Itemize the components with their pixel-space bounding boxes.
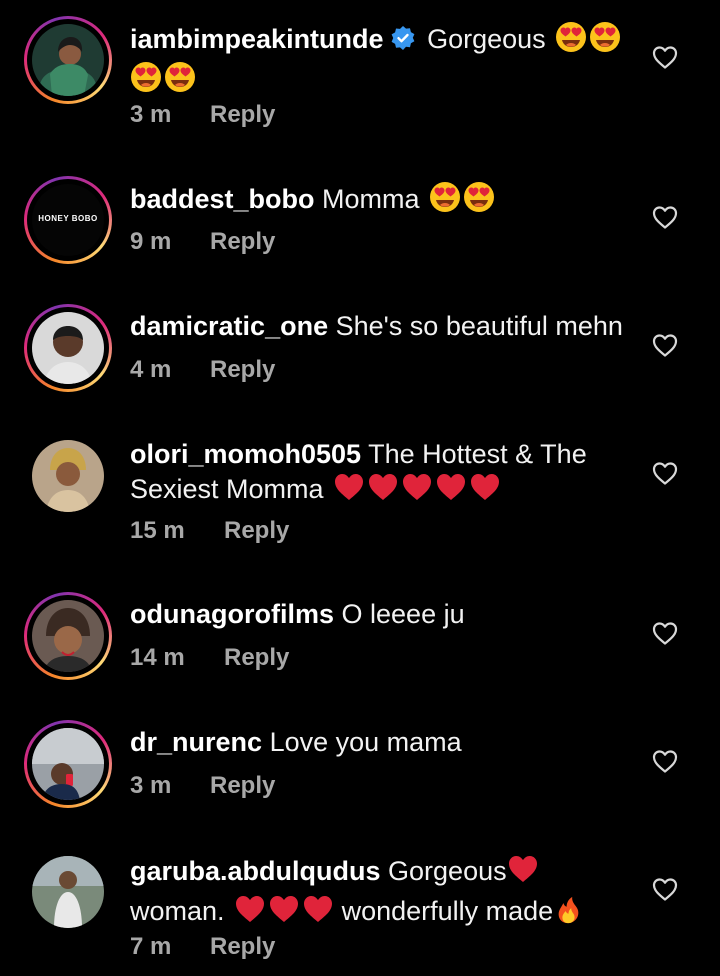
avatar[interactable] [24,720,112,808]
reply-button[interactable]: Reply [210,101,275,129]
comment-meta: 14 m Reply [130,644,289,672]
comment-time: 9 m [130,228,172,255]
fire-emoji [553,895,583,933]
heart-eyes-emoji [164,61,196,101]
comment-text: damicratic_one She's so beautiful mehn [130,309,630,343]
avatar-image [32,24,104,96]
avatar-image [32,728,104,800]
comment-time: 15 m [130,517,185,544]
comment-username[interactable]: garuba.abdulqudus [130,856,381,886]
avatar-image: HONEY BOBO [32,184,104,256]
comment-body: Love you mama [269,727,462,757]
reply-button[interactable]: Reply [210,933,275,961]
comment-body-continued: wonderfully made [341,896,554,926]
red-heart-emoji [435,471,467,511]
heart-outline-icon[interactable] [651,203,679,231]
comment-username[interactable]: dr_nurenc [130,727,262,757]
red-heart-emoji [234,893,266,933]
comment-meta: 9 m Reply [130,228,275,256]
heart-outline-icon[interactable] [651,619,679,647]
red-heart-emoji [333,471,365,511]
reply-button[interactable]: Reply [210,772,275,800]
reply-button[interactable]: Reply [210,356,275,384]
avatar-image [32,312,104,384]
comment-time: 14 m [130,644,185,671]
avatar[interactable] [24,848,112,936]
heart-outline-icon[interactable] [651,747,679,775]
comment-text: baddest_bobo Momma [130,181,630,221]
red-heart-emoji [268,893,300,933]
avatar-image [32,600,104,672]
avatar[interactable] [24,16,112,104]
comment-body: She's so beautiful mehn [335,311,623,341]
verified-badge-icon [390,25,416,59]
avatar[interactable]: HONEY BOBO [24,176,112,264]
comment-time: 4 m [130,356,172,383]
red-heart-emoji [507,853,539,893]
comment-text: garuba.abdulqudus Gorgeous woman. wonder… [130,853,630,933]
comment-text: dr_nurenc Love you mama [130,725,630,759]
comment-meta: 15 m Reply [130,517,289,545]
heart-eyes-emoji [555,21,587,61]
comment-username[interactable]: damicratic_one [130,311,328,341]
red-heart-emoji [367,471,399,511]
comment-body: The Hottest & The [368,439,587,469]
comment-text: olori_momoh0505 The Hottest & The Sexies… [130,437,630,511]
avatar-image [32,440,104,512]
heart-eyes-emoji [589,21,621,61]
reply-button[interactable]: Reply [210,228,275,256]
heart-outline-icon[interactable] [651,43,679,71]
red-heart-emoji [469,471,501,511]
comment-body-continued: Sexiest Momma [130,474,324,504]
heart-eyes-emoji [130,61,162,101]
comment-body: Gorgeous [388,856,507,886]
comment-username[interactable]: odunagorofilms [130,599,334,629]
reply-button[interactable]: Reply [224,644,289,672]
red-heart-emoji [302,893,334,933]
comment-body: Gorgeous [427,24,546,54]
avatar-logo-text: HONEY BOBO [38,214,98,223]
heart-outline-icon[interactable] [651,875,679,903]
comment-meta: 3 m Reply [130,772,275,800]
heart-eyes-emoji [429,181,461,221]
avatar[interactable] [24,304,112,392]
heart-outline-icon[interactable] [651,331,679,359]
heart-outline-icon[interactable] [651,459,679,487]
comment-username[interactable]: olori_momoh0505 [130,439,361,469]
comment-meta: 4 m Reply [130,356,275,384]
avatar-image [32,856,104,928]
comment-time: 7 m [130,933,172,960]
red-heart-emoji [401,471,433,511]
heart-eyes-emoji [463,181,495,221]
comment-time: 3 m [130,101,172,128]
comment-meta: 3 m Reply [130,101,275,129]
comment-text: odunagorofilms O leeee ju [130,597,630,631]
comment-time: 3 m [130,772,172,799]
comment-body: O leeee ju [341,599,465,629]
avatar[interactable] [24,432,112,520]
comment-username[interactable]: baddest_bobo [130,184,315,214]
comment-username[interactable]: iambimpeakintunde [130,24,384,54]
reply-button[interactable]: Reply [224,517,289,545]
comment-body: Momma [322,184,420,214]
avatar[interactable] [24,592,112,680]
comment-text: iambimpeakintunde Gorgeous [130,21,630,101]
comment-meta: 7 m Reply [130,933,275,961]
comment-body-continued: woman. [130,896,225,926]
